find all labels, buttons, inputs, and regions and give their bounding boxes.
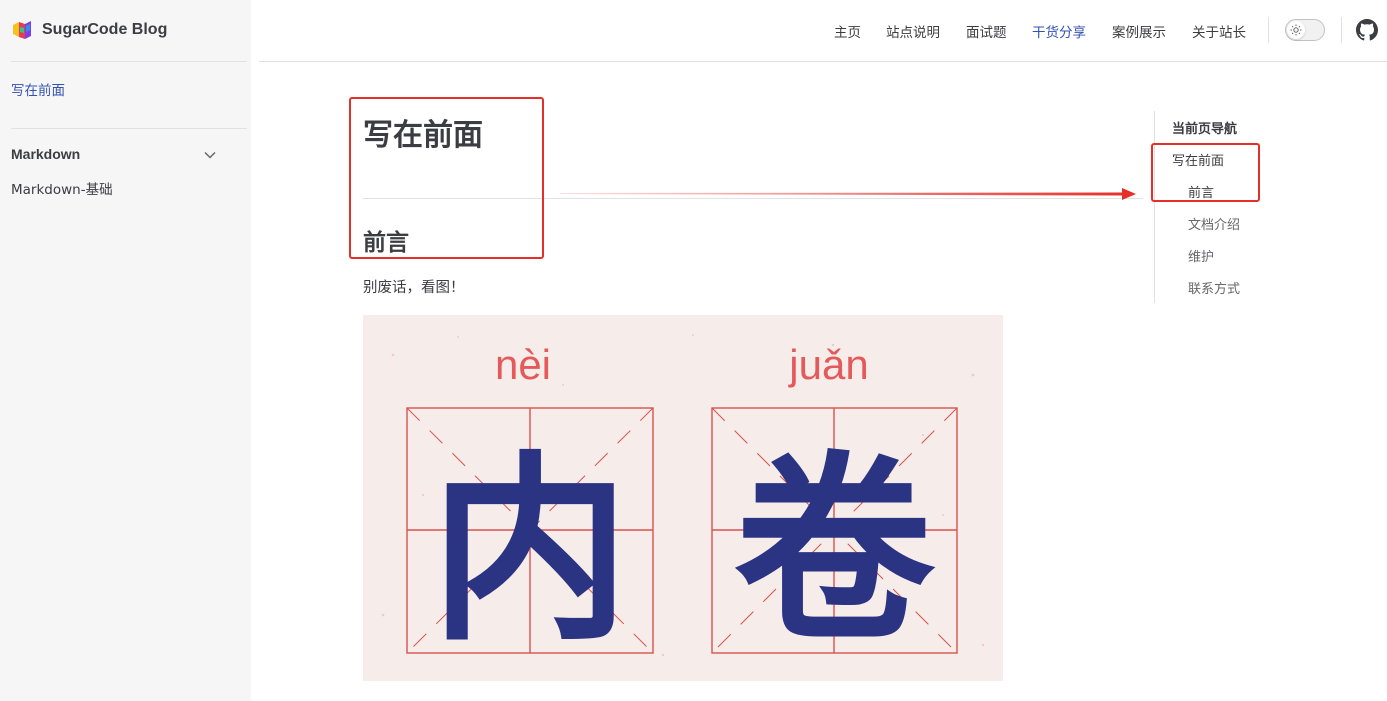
annotation-arrow-icon <box>560 188 1136 200</box>
neijuan-illustration: nèi juǎn 内 卷 <box>381 334 985 668</box>
brand[interactable]: SugarCode Blog <box>11 18 167 42</box>
sidebar: SugarCode Blog 写在前面 Markdown Markdown-基础 <box>0 0 251 701</box>
nav-cases[interactable]: 案例展示 <box>1112 21 1166 41</box>
sidebar-group-markdown[interactable]: Markdown <box>11 146 80 162</box>
brand-name: SugarCode Blog <box>42 21 168 38</box>
top-nav: 主页 站点说明 面试题 干货分享 案例展示 关于站长 <box>259 0 1387 62</box>
pinyin-nei: nèi <box>495 341 551 388</box>
chevron-down-icon[interactable] <box>201 146 219 164</box>
outline-title: 当前页导航 <box>1172 122 1238 137</box>
outline-item-contact[interactable]: 联系方式 <box>1188 278 1240 297</box>
nav-divider <box>1341 17 1342 43</box>
sidebar-divider <box>11 128 247 129</box>
intro-paragraph: 别废话，看图！ <box>363 280 465 296</box>
article-image: nèi juǎn 内 卷 <box>363 315 1003 681</box>
nav-divider <box>1268 17 1269 43</box>
page-outline: 当前页导航 写在前面 前言 文档介绍 维护 联系方式 <box>1154 111 1354 303</box>
theme-toggle-knob <box>1287 21 1305 39</box>
outline-item-doc-intro[interactable]: 文档介绍 <box>1188 214 1240 233</box>
char-juan: 卷 <box>734 433 936 668</box>
nav-sharing[interactable]: 干货分享 <box>1032 21 1086 41</box>
nav-site-info[interactable]: 站点说明 <box>886 21 940 41</box>
theme-toggle[interactable] <box>1285 19 1325 41</box>
annotation-box-heading <box>349 97 544 259</box>
nav-home[interactable]: 主页 <box>834 21 861 41</box>
sidebar-item-markdown-basics[interactable]: Markdown-基础 <box>11 178 113 198</box>
nav-interview[interactable]: 面试题 <box>966 21 1007 41</box>
sidebar-divider <box>11 61 247 62</box>
outline-item-maintenance[interactable]: 维护 <box>1188 246 1214 265</box>
github-icon[interactable] <box>1356 19 1378 41</box>
sun-icon <box>1290 24 1302 36</box>
sidebar-item-write-front[interactable]: 写在前面 <box>11 79 65 99</box>
color-cube-logo-icon <box>13 21 31 39</box>
char-nei: 内 <box>430 433 630 668</box>
annotation-box-outline <box>1151 143 1260 202</box>
nav-about[interactable]: 关于站长 <box>1192 21 1246 41</box>
pinyin-juan: juǎn <box>787 341 868 388</box>
